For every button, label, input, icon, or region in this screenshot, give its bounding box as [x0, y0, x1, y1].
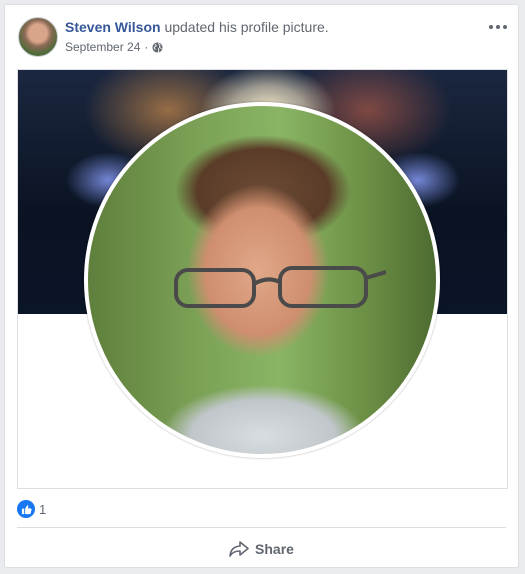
share-button[interactable]: Share [17, 533, 506, 565]
post-card: Steven Wilson updated his profile pictur… [4, 4, 519, 568]
more-options-icon[interactable] [488, 19, 508, 35]
author-name-link[interactable]: Steven Wilson [65, 19, 161, 35]
meta-separator: · [144, 40, 149, 54]
globe-icon[interactable] [152, 41, 163, 53]
profile-photo[interactable] [84, 102, 440, 458]
author-avatar[interactable] [18, 17, 58, 57]
profile-picture-media[interactable] [17, 69, 508, 489]
like-count[interactable]: 1 [39, 502, 46, 517]
post-header: Steven Wilson updated his profile pictur… [65, 18, 329, 54]
share-label: Share [255, 541, 294, 557]
actions-divider [17, 527, 506, 528]
post-date[interactable]: September 24 [65, 40, 140, 54]
reactions-summary[interactable]: 1 [17, 500, 46, 518]
glasses-shape [174, 266, 386, 308]
share-arrow-icon [229, 541, 249, 557]
like-icon [17, 500, 35, 518]
post-meta: September 24 · [65, 40, 329, 54]
post-title-line: Steven Wilson updated his profile pictur… [65, 18, 329, 36]
post-action-text: updated his profile picture. [164, 19, 329, 35]
